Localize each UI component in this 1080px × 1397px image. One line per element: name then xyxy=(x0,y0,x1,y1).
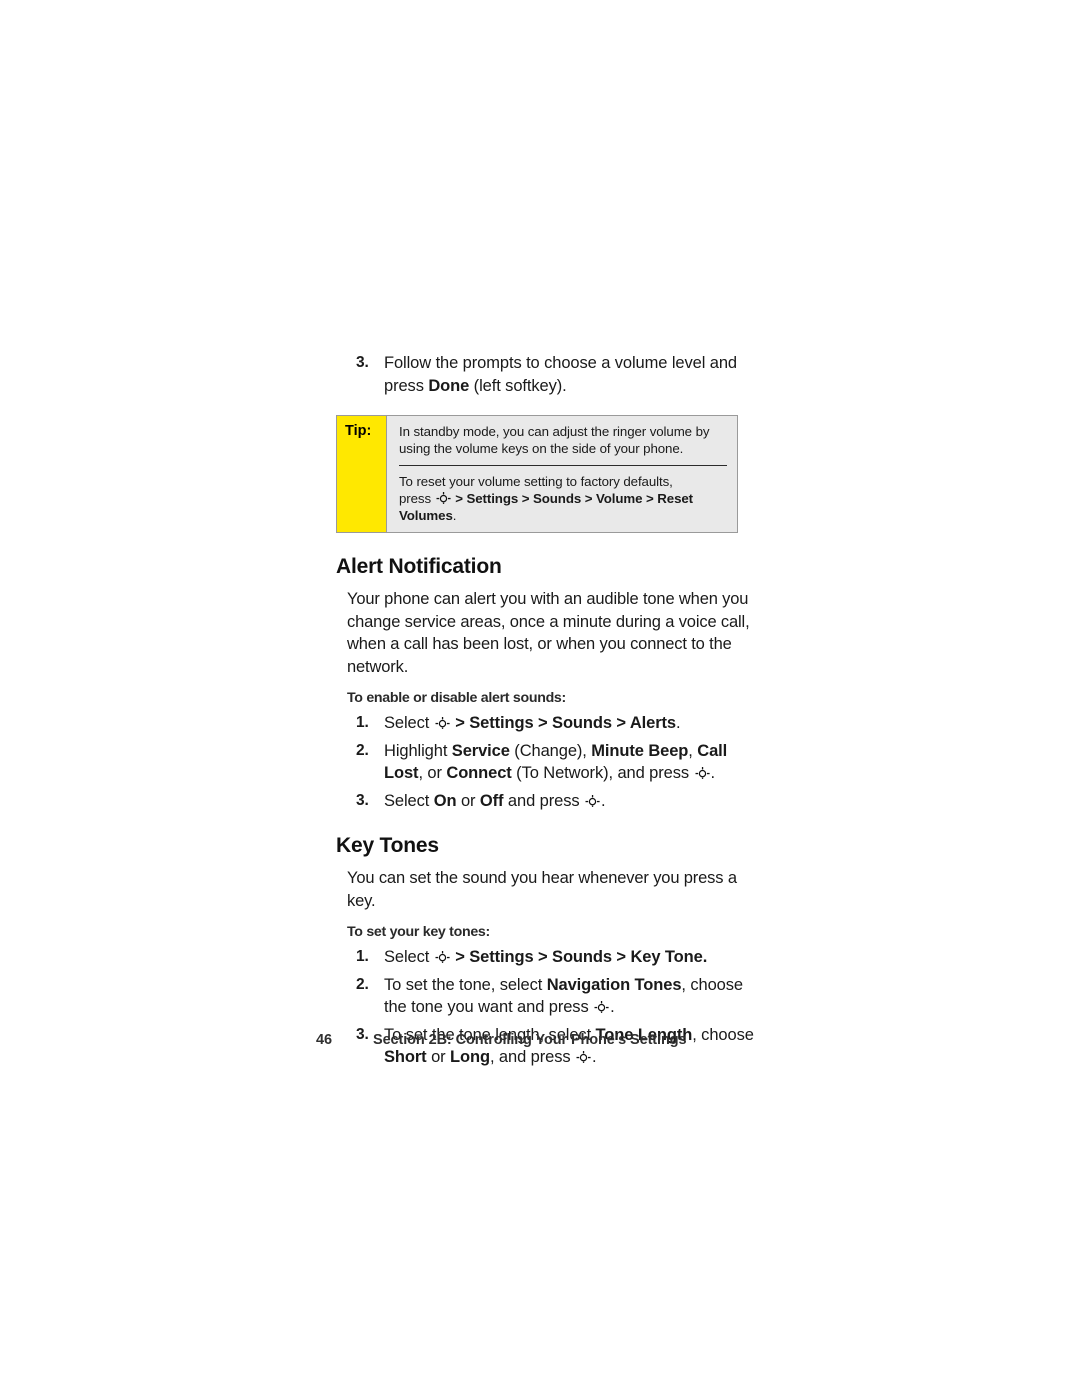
step-number: 1. xyxy=(356,948,369,965)
alert-body-paragraph: Your phone can alert you with an audible… xyxy=(347,590,750,676)
navigation-key-icon xyxy=(594,1000,609,1014)
section-heading-key-tones: Key Tones xyxy=(336,834,439,857)
step-text-part: , or xyxy=(418,764,447,782)
step-number: 3. xyxy=(356,791,369,809)
navigation-key-icon xyxy=(435,716,450,730)
list-item: 2. Highlight Service (Change), Minute Bee… xyxy=(336,740,756,785)
step-text-part: . xyxy=(610,998,615,1016)
step-text-part: , and press xyxy=(489,1048,575,1066)
page-number: 46 xyxy=(316,1032,332,1048)
tip-label: Tip: xyxy=(337,416,387,532)
step-text-part: (To Network), and press xyxy=(511,764,694,782)
menu-path: > Settings > Sounds > Key Tone. xyxy=(450,948,708,966)
option-connect: Connect xyxy=(446,764,512,782)
option-long: Long xyxy=(450,1048,490,1066)
navigation-key-icon xyxy=(695,766,710,780)
step-text-part: or xyxy=(426,1048,451,1066)
tip-paragraph-1: In standby mode, you can adjust the ring… xyxy=(399,424,710,456)
footer-section-title: Section 2B: Controlling Your Phone’s Set… xyxy=(373,1032,687,1048)
step-text-part: (left softkey). xyxy=(469,376,567,395)
option-service: Service xyxy=(451,741,510,760)
step-text-part: Highlight xyxy=(384,741,452,760)
option-short: Short xyxy=(384,1048,427,1066)
tip-paragraph-2: To reset your volume setting to factory … xyxy=(387,466,737,532)
step-text-part: (Change), xyxy=(509,741,592,760)
tip-para2-line1: To reset your volume setting to factory … xyxy=(399,474,673,489)
section-heading-alert-notification: Alert Notification xyxy=(336,555,502,578)
step-number: 2. xyxy=(356,975,369,993)
manual-page: 3. Follow the prompts to choose a volume … xyxy=(0,0,1080,1397)
list-item: 2. To set the tone, select Navigation Ton… xyxy=(336,974,756,1019)
menu-path: > Settings > Sounds > Alerts xyxy=(450,714,677,732)
step-bold-done: Done xyxy=(428,376,470,395)
option-off: Off xyxy=(479,791,504,810)
alert-steps-list: 1. Select > Settings > Sounds > Alerts. 2… xyxy=(336,712,756,812)
tip-box: Tip: In standby mode, you can adjust the… xyxy=(336,415,738,533)
navigation-key-icon xyxy=(436,491,451,505)
step-number: 3. xyxy=(356,354,369,371)
option-navigation-tones: Navigation Tones xyxy=(546,975,682,994)
page-content: 3. Follow the prompts to choose a volume … xyxy=(336,352,756,1074)
list-item: 1. Select > Settings > Sounds > Key Tone. xyxy=(336,946,756,969)
keytones-subheading: To set your key tones: xyxy=(347,924,490,940)
option-on: On xyxy=(433,791,457,810)
step-text-part: Select xyxy=(384,791,434,810)
navigation-key-icon xyxy=(435,950,450,964)
step-text-part: . xyxy=(600,791,606,810)
step-text-part: or xyxy=(456,791,480,810)
step-text-part: . xyxy=(676,714,681,732)
tip-para2-end: . xyxy=(452,508,457,523)
option-minute-beep: Minute Beep xyxy=(591,741,689,760)
step-text-part: , xyxy=(688,741,698,760)
navigation-key-icon xyxy=(585,794,600,808)
volume-steps-list: 3. Follow the prompts to choose a volume … xyxy=(336,352,756,397)
list-item: 3. Select On or Off and press . xyxy=(336,790,756,813)
step-number: 1. xyxy=(356,714,369,731)
step-text-part: and press xyxy=(503,791,584,810)
alert-subheading: To enable or disable alert sounds: xyxy=(347,690,566,706)
step-text-part: . xyxy=(710,764,716,782)
tip-para2-press: press xyxy=(399,491,435,506)
step-text-part: . xyxy=(591,1048,597,1066)
step-text-part: Select xyxy=(384,714,434,732)
step-number: 2. xyxy=(356,741,369,759)
keytones-steps-list: 1. Select > Settings > Sounds > Key Tone.… xyxy=(336,946,756,1069)
list-item: 1. Select > Settings > Sounds > Alerts. xyxy=(336,712,756,735)
navigation-key-icon xyxy=(576,1050,591,1064)
step-text-part: To set the tone, select xyxy=(384,975,547,994)
keytones-body-paragraph: You can set the sound you hear whenever … xyxy=(347,869,737,910)
list-item: 3. Follow the prompts to choose a volume … xyxy=(336,352,756,397)
tip-body: In standby mode, you can adjust the ring… xyxy=(387,416,737,532)
step-text-part: Select xyxy=(384,948,434,966)
page-footer: 46 Section 2B: Controlling Your Phone’s S… xyxy=(316,1032,916,1048)
